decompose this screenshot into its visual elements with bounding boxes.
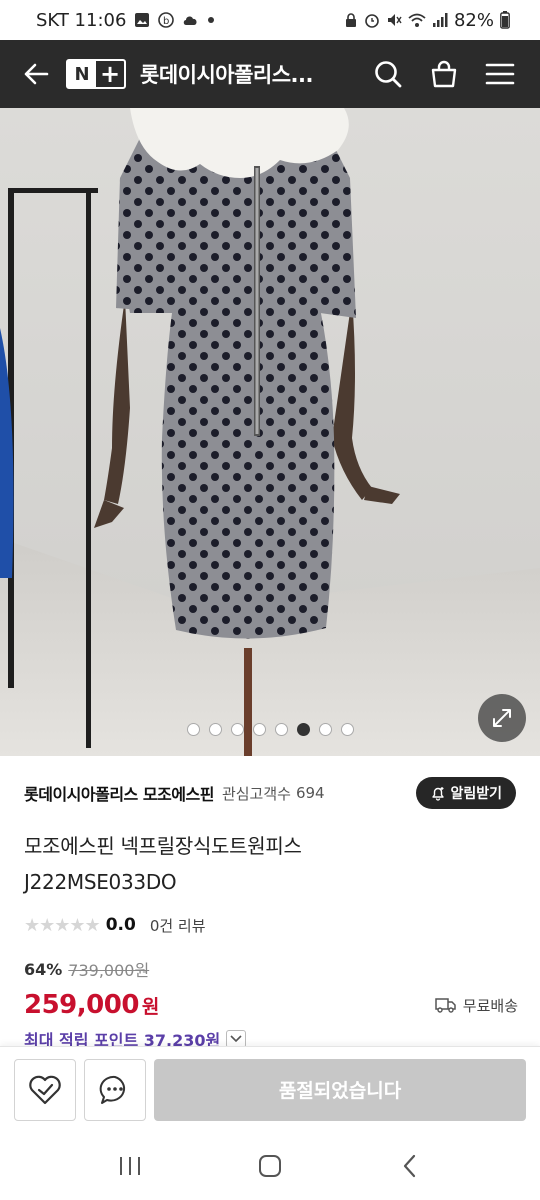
bottom-action-bar: 품절되었습니다 [0,1046,540,1132]
chat-button[interactable] [84,1058,146,1121]
arrow-left-icon [24,63,49,85]
logo-plus: + [99,60,121,88]
pagination-dot[interactable] [208,723,222,736]
home-icon [259,1155,281,1177]
lock-icon [345,13,356,27]
dress-photo [0,108,540,756]
price-row: 259,000 원 무료배송 [24,986,518,1024]
rating-row[interactable]: ★★★★★ 0.0 0건 리뷰 [24,910,206,940]
recent-apps-button[interactable] [106,1142,154,1190]
gallery-icon [135,13,150,27]
menu-button[interactable] [482,56,518,92]
status-right: 82% [344,10,510,31]
original-price: 739,000원 [68,961,150,980]
follower-count: 694 [295,784,325,802]
bell-plus-icon [432,787,445,801]
review-count-link[interactable]: 0건 리뷰 [150,915,206,936]
discount-rate: 64% [24,959,63,979]
logo-n: N [68,61,96,87]
wishlist-button[interactable] [14,1058,76,1121]
shipping-label: 무료배송 [462,996,518,1015]
product-title: 모조에스핀 넥프릴장식도트원피스 J222MSE033DO [24,828,516,900]
pagination-dot[interactable] [340,723,354,736]
hamburger-icon [485,63,515,85]
pagination-dot[interactable] [274,723,288,736]
follower-label: 관심고객수 [221,784,291,803]
svg-text:b: b [163,16,169,27]
product-image[interactable] [0,108,540,756]
signal-icon [432,13,448,27]
recent-apps-icon [120,1157,140,1175]
truck-icon [435,998,456,1013]
gallery-pagination [0,723,540,736]
expand-image-button[interactable] [478,694,526,742]
star-rating-icon: ★★★★★ [24,914,101,936]
cart-button[interactable] [426,56,462,92]
sale-price: 259,000 [24,990,139,1020]
alarm-label: 알림받기 [450,786,502,802]
search-icon [375,61,402,88]
notification-subscribe-button[interactable]: 알림받기 [416,777,516,809]
b-app-icon: b [158,12,175,28]
expand-icon [493,709,511,727]
pagination-dot[interactable] [186,723,200,736]
back-button[interactable] [18,56,54,92]
search-button[interactable] [370,56,406,92]
cloud-icon [184,16,197,25]
chevron-left-icon [403,1154,416,1178]
naver-plus-logo[interactable]: N + [66,59,126,89]
chat-bubble-icon [99,1075,126,1104]
sold-out-button[interactable]: 품절되었습니다 [154,1058,526,1121]
alarm-icon [365,14,379,28]
pagination-dot[interactable] [252,723,266,736]
discount-row: 64% 739,000원 [24,955,149,983]
brand-name[interactable]: 롯데이시아폴리스 모조에스핀 [24,781,214,805]
header-actions [370,56,518,92]
home-button[interactable] [246,1142,294,1190]
store-title[interactable]: 롯데이시아폴리스... [140,59,340,89]
app-header: N + 롯데이시아폴리스... [0,40,540,108]
carrier-time: SKT 11:06 [36,9,127,31]
brand-row: 롯데이시아폴리스 모조에스핀 관심고객수 694 알림받기 [24,776,516,810]
pagination-dot-active[interactable] [296,723,310,736]
product-code: J222MSE033DO [24,870,177,894]
product-name-line1: 모조에스핀 넥프릴장식도트원피스 [24,834,302,858]
battery-icon [500,11,510,29]
chevron-down-icon [230,1035,242,1043]
notification-dot [208,17,215,23]
pagination-dot[interactable] [230,723,244,736]
rating-score: 0.0 [105,915,136,935]
wifi-icon [408,13,426,27]
sale-price-unit: 원 [141,995,160,1018]
battery-percent: 82% [453,9,494,31]
mute-icon [387,14,402,26]
pagination-dot[interactable] [318,723,332,736]
status-left: SKT 11:06 b [36,9,215,31]
shopping-bag-icon [431,60,457,88]
heart-check-icon [29,1075,61,1104]
back-nav-button[interactable] [386,1142,434,1190]
shipping-info: 무료배송 [435,995,518,1016]
status-bar: SKT 11:06 b 82% [0,0,540,40]
system-nav-bar [0,1132,540,1200]
